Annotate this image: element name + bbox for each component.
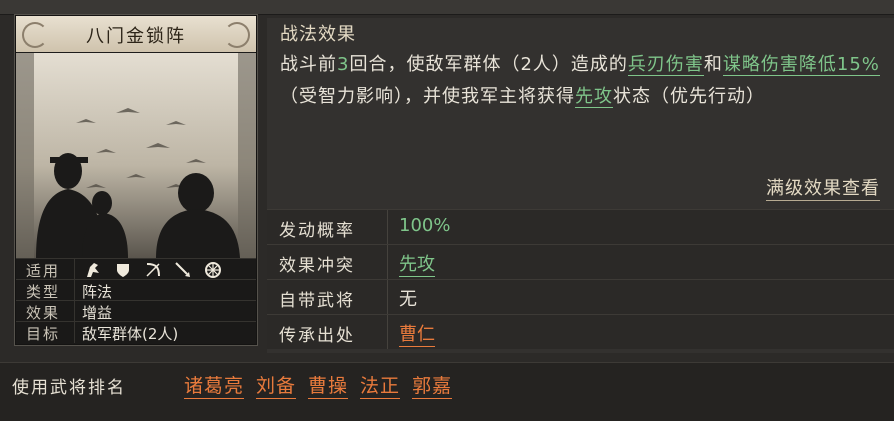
general-link[interactable]: 曹操 (308, 371, 349, 399)
divider (387, 280, 388, 314)
usage-ranking-list: 诸葛亮 刘备 曹操 法正 郭嘉 (184, 371, 453, 399)
tactic-description: 战斗前3回合，使敌军群体（2人）造成的兵刃伤害和谋略伤害降低15% （受智力影响）… (280, 49, 880, 113)
prop-value-trigger-rate: 100% (399, 215, 451, 236)
tactic-detail-window: 八门金锁阵 适用 类型 阵法 效果 增益 目标 敌军群体(2人) 战法效果 战斗… (0, 0, 894, 421)
attr-label: 类型 (26, 283, 61, 301)
prop-row-innate-general: 自带武将 无 (267, 279, 894, 314)
max-level-effect-link[interactable]: 满级效果查看 (766, 174, 880, 201)
tactic-card: 八门金锁阵 适用 类型 阵法 效果 增益 目标 敌军群体(2人) (14, 14, 258, 346)
top-border (0, 0, 894, 15)
tactic-artwork (16, 53, 256, 258)
spear-icon (172, 261, 194, 279)
prop-value-innate-general: 无 (399, 289, 417, 310)
general-link[interactable]: 诸葛亮 (184, 371, 245, 399)
cavalry-icon (82, 261, 104, 279)
keyword-physical-damage[interactable]: 兵刃伤害 (627, 54, 704, 76)
desc-text: 和 (703, 54, 723, 75)
usage-ranking-label: 使用武将排名 (12, 378, 126, 398)
divider (74, 322, 75, 343)
desc-text: （受智力影响），并使我军主将获得 (280, 86, 575, 107)
divider (387, 210, 388, 244)
divider (387, 315, 388, 349)
usage-ranking-bar: 使用武将排名 诸葛亮 刘备 曹操 法正 郭嘉 (0, 362, 894, 421)
attr-row-target: 目标 敌军群体(2人) (16, 321, 256, 343)
desc-rounds: 3 (337, 54, 350, 75)
desc-text: 状态（优先行动） (613, 86, 765, 107)
attr-value-effect: 增益 (82, 304, 113, 322)
divider (74, 259, 75, 280)
general-link[interactable]: 郭嘉 (412, 371, 453, 399)
prop-label: 效果冲突 (279, 256, 355, 276)
attr-row-type: 类型 阵法 (16, 279, 256, 301)
tactic-attributes: 适用 类型 阵法 效果 增益 目标 敌军群体(2人) (16, 258, 256, 344)
attr-label: 目标 (26, 325, 61, 343)
shield-icon (112, 261, 134, 279)
attr-row-effect: 效果 增益 (16, 300, 256, 322)
wheel-icon (202, 261, 224, 279)
divider (74, 280, 75, 301)
divider (387, 245, 388, 279)
general-link[interactable]: 法正 (360, 371, 401, 399)
general-link[interactable]: 刘备 (256, 371, 297, 399)
desc-text: 战斗前 (280, 54, 337, 75)
attr-label: 效果 (26, 304, 61, 322)
attr-row-applicable: 适用 (16, 258, 256, 280)
keyword-first-strike[interactable]: 先攻 (575, 86, 613, 108)
bow-icon (142, 261, 164, 279)
prop-value-conflict[interactable]: 先攻 (399, 250, 435, 277)
keyword-strategy-damage[interactable]: 谋略伤害降低15% (722, 54, 880, 76)
tactic-name: 八门金锁阵 (86, 26, 186, 47)
troop-type-icons (82, 261, 224, 279)
attr-value-target: 敌军群体(2人) (82, 325, 179, 343)
prop-label: 传承出处 (279, 326, 355, 346)
prop-label: 自带武将 (279, 291, 355, 311)
card-title-band: 八门金锁阵 (16, 16, 256, 52)
attr-value-type: 阵法 (82, 283, 113, 301)
prop-row-inherit-source: 传承出处 曹仁 (267, 314, 894, 349)
prop-label: 发动概率 (279, 221, 355, 241)
attr-label: 适用 (26, 262, 61, 280)
prop-row-conflict: 效果冲突 先攻 (267, 244, 894, 279)
prop-row-trigger-rate: 发动概率 100% (267, 209, 894, 244)
section-title: 战法效果 (280, 24, 356, 45)
prop-value-inherit-source[interactable]: 曹仁 (399, 320, 435, 347)
divider (74, 301, 75, 322)
desc-text: 回合，使敌军群体（2人）造成的 (349, 54, 628, 75)
